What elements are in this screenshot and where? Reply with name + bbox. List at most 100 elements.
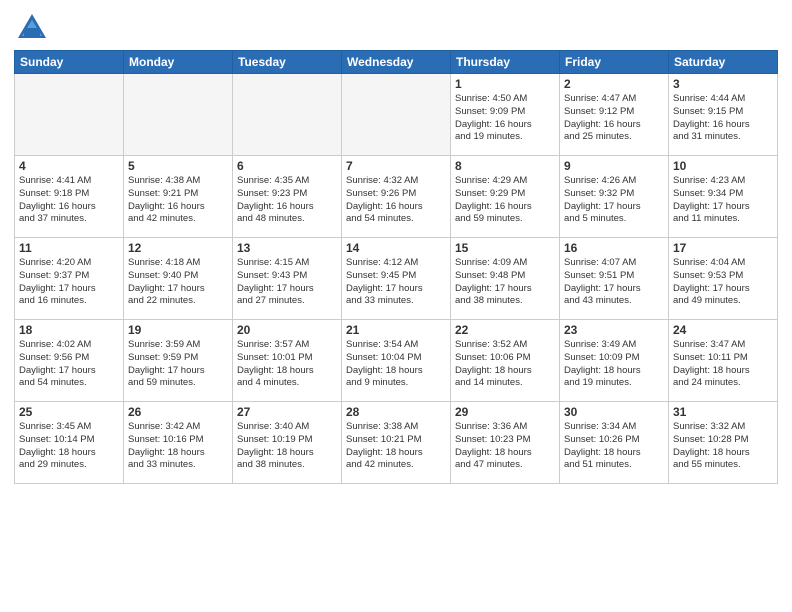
week-row: 25 Sunrise: 3:45 AM Sunset: 10:14 PM Dayl… xyxy=(15,402,778,484)
day-number: 6 xyxy=(237,159,337,173)
day-detail: Sunrise: 4:26 AM Sunset: 9:32 PM Dayligh… xyxy=(564,175,664,226)
day-detail: Sunrise: 4:12 AM Sunset: 9:45 PM Dayligh… xyxy=(346,257,446,308)
day-detail: Sunrise: 3:42 AM Sunset: 10:16 PM Daylig… xyxy=(128,421,228,472)
day-detail: Sunrise: 3:49 AM Sunset: 10:09 PM Daylig… xyxy=(564,339,664,390)
calendar-cell: 29Sunrise: 3:36 AM Sunset: 10:23 PM Dayl… xyxy=(451,402,560,484)
week-row: 11 Sunrise: 4:20 AM Sunset: 9:37 PM Dayli… xyxy=(15,238,778,320)
weekday-header: Monday xyxy=(124,51,233,74)
day-number: 3 xyxy=(673,77,773,91)
day-detail: Sunrise: 4:38 AM Sunset: 9:21 PM Dayligh… xyxy=(128,175,228,226)
day-detail: Sunrise: 4:44 AM Sunset: 9:15 PM Dayligh… xyxy=(673,93,773,144)
day-number: 10 xyxy=(673,159,773,173)
calendar-cell xyxy=(124,74,233,156)
day-number: 24 xyxy=(673,323,773,337)
day-number: 17 xyxy=(673,241,773,255)
calendar-cell: 16 Sunrise: 4:07 AM Sunset: 9:51 PM Dayli… xyxy=(560,238,669,320)
day-detail: Sunrise: 3:57 AM Sunset: 10:01 PM Daylig… xyxy=(237,339,337,390)
calendar-cell xyxy=(15,74,124,156)
day-number: 28 xyxy=(346,405,446,419)
day-number: 14 xyxy=(346,241,446,255)
day-number: 23 xyxy=(564,323,664,337)
calendar-cell: 20 Sunrise: 3:57 AM Sunset: 10:01 PM Dayl… xyxy=(233,320,342,402)
day-number: 26 xyxy=(128,405,228,419)
weekday-header: Wednesday xyxy=(342,51,451,74)
day-detail: Sunrise: 4:07 AM Sunset: 9:51 PM Dayligh… xyxy=(564,257,664,308)
calendar-cell: 6 Sunrise: 4:35 AM Sunset: 9:23 PM Daylig… xyxy=(233,156,342,238)
calendar-cell: 22 Sunrise: 3:52 AM Sunset: 10:06 PM Dayl… xyxy=(451,320,560,402)
calendar-cell xyxy=(342,74,451,156)
day-number: 21 xyxy=(346,323,446,337)
week-row: 4 Sunrise: 4:41 AM Sunset: 9:18 PM Daylig… xyxy=(15,156,778,238)
week-row: 1 Sunrise: 4:50 AM Sunset: 9:09 PM Daylig… xyxy=(15,74,778,156)
calendar-cell: 28 Sunrise: 3:38 AM Sunset: 10:21 PM Dayl… xyxy=(342,402,451,484)
day-detail: Sunrise: 4:09 AM Sunset: 9:48 PM Dayligh… xyxy=(455,257,555,308)
day-number: 19 xyxy=(128,323,228,337)
day-detail: Sunrise: 4:35 AM Sunset: 9:23 PM Dayligh… xyxy=(237,175,337,226)
calendar-cell: 4 Sunrise: 4:41 AM Sunset: 9:18 PM Daylig… xyxy=(15,156,124,238)
day-number: 16 xyxy=(564,241,664,255)
calendar-cell: 13Sunrise: 4:15 AM Sunset: 9:43 PM Dayli… xyxy=(233,238,342,320)
calendar-cell: 18 Sunrise: 4:02 AM Sunset: 9:56 PM Dayli… xyxy=(15,320,124,402)
day-detail: Sunrise: 4:23 AM Sunset: 9:34 PM Dayligh… xyxy=(673,175,773,226)
calendar-cell: 23 Sunrise: 3:49 AM Sunset: 10:09 PM Dayl… xyxy=(560,320,669,402)
weekday-header: Saturday xyxy=(669,51,778,74)
day-detail: Sunrise: 3:36 AM Sunset: 10:23 PM Daylig… xyxy=(455,421,555,472)
day-detail: Sunrise: 4:32 AM Sunset: 9:26 PM Dayligh… xyxy=(346,175,446,226)
calendar-cell: 9Sunrise: 4:26 AM Sunset: 9:32 PM Daylig… xyxy=(560,156,669,238)
calendar-cell: 30Sunrise: 3:34 AM Sunset: 10:26 PM Dayl… xyxy=(560,402,669,484)
day-number: 13 xyxy=(237,241,337,255)
day-detail: Sunrise: 4:50 AM Sunset: 9:09 PM Dayligh… xyxy=(455,93,555,144)
calendar-cell: 31 Sunrise: 3:32 AM Sunset: 10:28 PM Dayl… xyxy=(669,402,778,484)
calendar-cell xyxy=(233,74,342,156)
calendar-cell: 2 Sunrise: 4:47 AM Sunset: 9:12 PM Daylig… xyxy=(560,74,669,156)
calendar-cell: 5Sunrise: 4:38 AM Sunset: 9:21 PM Daylig… xyxy=(124,156,233,238)
day-number: 18 xyxy=(19,323,119,337)
day-detail: Sunrise: 4:29 AM Sunset: 9:29 PM Dayligh… xyxy=(455,175,555,226)
day-number: 20 xyxy=(237,323,337,337)
day-number: 2 xyxy=(564,77,664,91)
day-number: 27 xyxy=(237,405,337,419)
day-detail: Sunrise: 3:32 AM Sunset: 10:28 PM Daylig… xyxy=(673,421,773,472)
day-detail: Sunrise: 4:18 AM Sunset: 9:40 PM Dayligh… xyxy=(128,257,228,308)
day-number: 25 xyxy=(19,405,119,419)
day-number: 4 xyxy=(19,159,119,173)
day-number: 31 xyxy=(673,405,773,419)
weekday-header: Thursday xyxy=(451,51,560,74)
calendar-cell: 11 Sunrise: 4:20 AM Sunset: 9:37 PM Dayli… xyxy=(15,238,124,320)
calendar-cell: 3 Sunrise: 4:44 AM Sunset: 9:15 PM Daylig… xyxy=(669,74,778,156)
calendar-cell: 21Sunrise: 3:54 AM Sunset: 10:04 PM Dayl… xyxy=(342,320,451,402)
day-detail: Sunrise: 4:02 AM Sunset: 9:56 PM Dayligh… xyxy=(19,339,119,390)
day-detail: Sunrise: 4:47 AM Sunset: 9:12 PM Dayligh… xyxy=(564,93,664,144)
calendar-cell: 26 Sunrise: 3:42 AM Sunset: 10:16 PM Dayl… xyxy=(124,402,233,484)
weekday-header: Friday xyxy=(560,51,669,74)
calendar: SundayMondayTuesdayWednesdayThursdayFrid… xyxy=(14,50,778,484)
calendar-cell: 24Sunrise: 3:47 AM Sunset: 10:11 PM Dayl… xyxy=(669,320,778,402)
logo xyxy=(14,10,54,46)
day-detail: Sunrise: 3:40 AM Sunset: 10:19 PM Daylig… xyxy=(237,421,337,472)
day-number: 15 xyxy=(455,241,555,255)
day-detail: Sunrise: 3:38 AM Sunset: 10:21 PM Daylig… xyxy=(346,421,446,472)
day-detail: Sunrise: 4:20 AM Sunset: 9:37 PM Dayligh… xyxy=(19,257,119,308)
day-detail: Sunrise: 3:45 AM Sunset: 10:14 PM Daylig… xyxy=(19,421,119,472)
calendar-cell: 19Sunrise: 3:59 AM Sunset: 9:59 PM Dayli… xyxy=(124,320,233,402)
day-number: 22 xyxy=(455,323,555,337)
day-number: 11 xyxy=(19,241,119,255)
day-detail: Sunrise: 4:04 AM Sunset: 9:53 PM Dayligh… xyxy=(673,257,773,308)
weekday-header: Tuesday xyxy=(233,51,342,74)
day-number: 12 xyxy=(128,241,228,255)
day-number: 8 xyxy=(455,159,555,173)
day-number: 7 xyxy=(346,159,446,173)
logo-icon xyxy=(14,10,50,46)
calendar-cell: 1 Sunrise: 4:50 AM Sunset: 9:09 PM Daylig… xyxy=(451,74,560,156)
page: SundayMondayTuesdayWednesdayThursdayFrid… xyxy=(0,0,792,612)
day-detail: Sunrise: 4:41 AM Sunset: 9:18 PM Dayligh… xyxy=(19,175,119,226)
calendar-cell: 7 Sunrise: 4:32 AM Sunset: 9:26 PM Daylig… xyxy=(342,156,451,238)
weekday-header-row: SundayMondayTuesdayWednesdayThursdayFrid… xyxy=(15,51,778,74)
calendar-cell: 8 Sunrise: 4:29 AM Sunset: 9:29 PM Daylig… xyxy=(451,156,560,238)
day-number: 1 xyxy=(455,77,555,91)
day-detail: Sunrise: 3:52 AM Sunset: 10:06 PM Daylig… xyxy=(455,339,555,390)
weekday-header: Sunday xyxy=(15,51,124,74)
calendar-cell: 14 Sunrise: 4:12 AM Sunset: 9:45 PM Dayli… xyxy=(342,238,451,320)
calendar-cell: 12 Sunrise: 4:18 AM Sunset: 9:40 PM Dayli… xyxy=(124,238,233,320)
calendar-cell: 27 Sunrise: 3:40 AM Sunset: 10:19 PM Dayl… xyxy=(233,402,342,484)
